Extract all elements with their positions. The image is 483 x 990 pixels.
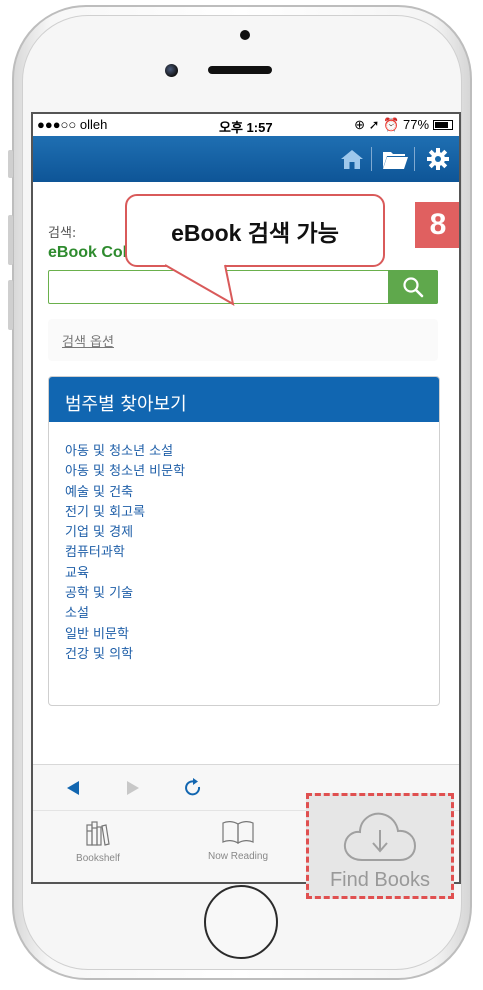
folder-icon[interactable] — [380, 145, 410, 173]
search-icon — [403, 277, 424, 298]
divider — [371, 147, 372, 171]
category-link[interactable]: 기업 및 경제 — [65, 523, 423, 543]
category-link[interactable]: 아동 및 청소년 소설 — [65, 442, 423, 462]
category-list: 아동 및 청소년 소설 아동 및 청소년 비문학 예술 및 건축 전기 및 회고… — [49, 422, 439, 665]
category-link[interactable]: 컴퓨터과학 — [65, 543, 423, 563]
search-label: 검색: — [48, 226, 77, 241]
volume-up-button — [8, 215, 13, 265]
tab-now-reading[interactable]: Now Reading — [188, 819, 288, 862]
browse-by-category: 범주별 찾아보기 아동 및 청소년 소설 아동 및 청소년 비문학 예술 및 건… — [48, 376, 440, 706]
callout-bubble: eBook 검색 가능 — [125, 194, 385, 267]
category-link[interactable]: 예술 및 건축 — [65, 483, 423, 503]
divider — [414, 147, 415, 171]
battery-icon — [433, 120, 453, 130]
earpiece-speaker — [208, 66, 272, 74]
status-bar: ●●●○○ olleh 오후 1:57 ⊕ ➚ ⏰ 77% — [33, 114, 459, 136]
open-book-icon — [222, 821, 254, 845]
clock: 오후 1:57 — [219, 120, 273, 135]
category-link[interactable]: 전기 및 회고록 — [65, 503, 423, 523]
search-options-link[interactable]: 검색 옵션 — [62, 331, 114, 350]
carrier-label: ●●●○○ olleh — [37, 117, 108, 132]
tab-bookshelf[interactable]: Bookshelf — [48, 819, 148, 864]
bookshelf-icon — [86, 821, 110, 846]
screen: ●●●○○ olleh 오후 1:57 ⊕ ➚ ⏰ 77% 검색: eBook … — [31, 112, 461, 884]
tab-label: Bookshelf — [76, 853, 120, 864]
forward-arrow-icon[interactable] — [121, 777, 145, 799]
category-link[interactable]: 공학 및 기술 — [65, 584, 423, 604]
callout-tail — [164, 264, 235, 306]
search-input[interactable] — [48, 270, 438, 304]
category-link[interactable]: 일반 비문학 — [65, 625, 423, 645]
mute-switch — [8, 150, 13, 178]
search-options-panel: 검색 옵션 — [48, 319, 438, 361]
reload-icon[interactable] — [181, 777, 205, 799]
category-link[interactable]: 아동 및 청소년 비문학 — [65, 462, 423, 482]
cloud-download-icon — [343, 812, 417, 861]
category-link[interactable]: 교육 — [65, 564, 423, 584]
back-arrow-icon[interactable] — [61, 777, 85, 799]
proximity-sensor — [240, 30, 250, 40]
app-header — [33, 136, 459, 182]
home-icon[interactable] — [337, 145, 367, 173]
front-camera — [165, 64, 178, 77]
gear-icon[interactable] — [423, 145, 453, 173]
category-link[interactable]: 건강 및 의학 — [65, 645, 423, 665]
home-button[interactable] — [204, 885, 278, 959]
search-button[interactable] — [388, 270, 438, 304]
step-badge: 8 — [415, 202, 459, 248]
volume-down-button — [8, 280, 13, 330]
status-indicators: ⊕ ➚ ⏰ 77% — [354, 117, 429, 132]
tab-label: Find Books — [329, 869, 431, 891]
tab-label: Now Reading — [207, 851, 269, 862]
tab-find-books[interactable]: Find Books — [306, 793, 454, 899]
category-link[interactable]: 소설 — [65, 604, 423, 624]
browse-title: 범주별 찾아보기 — [49, 377, 439, 422]
